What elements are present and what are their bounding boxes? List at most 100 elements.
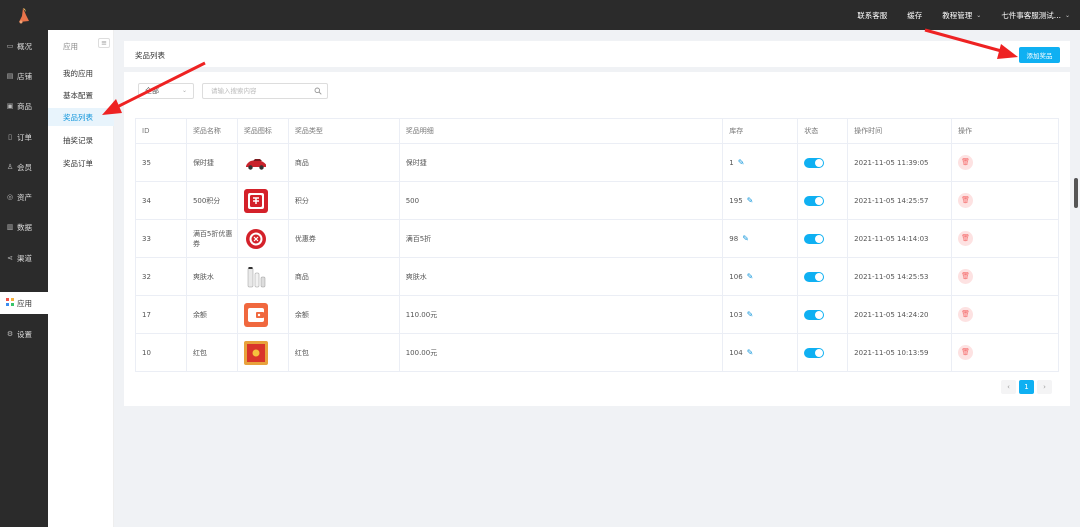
cell-icon bbox=[236, 181, 289, 220]
scrollbar-thumb[interactable] bbox=[1074, 178, 1078, 208]
add-prize-button[interactable]: 添加奖品 bbox=[1019, 47, 1060, 63]
table-row: 34 500积分 积分 500 195 ✎ 2021-11-05 14:25:57… bbox=[135, 181, 1059, 220]
column-header-type[interactable]: 奖品类型 bbox=[287, 118, 400, 144]
cell-stock: 103 ✎ bbox=[722, 295, 799, 334]
type-filter-value: 全部 bbox=[145, 87, 159, 95]
wallet-balance-icon bbox=[243, 302, 268, 327]
sidebar-item-settings[interactable]: ⚙ 设置 bbox=[0, 323, 48, 345]
prev-page-button[interactable]: ‹ bbox=[1001, 380, 1016, 394]
column-header-status[interactable]: 状态 bbox=[797, 118, 849, 144]
cell-time: 2021-11-05 14:25:57 bbox=[847, 181, 953, 220]
sidebar-item-assets[interactable]: ◎ 资产 bbox=[0, 186, 48, 208]
cell-time: 2021-11-05 11:39:05 bbox=[847, 143, 953, 182]
cell-stock: 195 ✎ bbox=[722, 181, 799, 220]
sidebar-item-store[interactable]: ▤ 店铺 bbox=[0, 65, 48, 87]
column-header-detail[interactable]: 奖品明细 bbox=[398, 118, 724, 144]
sidebar-item-channels[interactable]: ⋖ 渠道 bbox=[0, 247, 48, 269]
cell-name: 500积分 bbox=[185, 181, 238, 220]
cell-stock: 1 ✎ bbox=[722, 143, 799, 182]
cell-time: 2021-11-05 14:14:03 bbox=[847, 219, 953, 258]
table-row: 35 保时捷 商品 保时捷 1 ✎ 2021-11-05 11:39:05 🗑 bbox=[135, 143, 1059, 182]
cell-time: 2021-11-05 14:24:20 bbox=[847, 295, 953, 334]
trash-icon[interactable]: 🗑 bbox=[958, 307, 974, 322]
tutorial-menu[interactable]: 教程管理 ⌄ bbox=[942, 10, 981, 21]
channel-icon: ⋖ bbox=[7, 254, 13, 262]
cell-icon bbox=[236, 219, 289, 258]
sidebar-item-data[interactable]: ▥ 数据 bbox=[0, 216, 48, 238]
cell-type: 余额 bbox=[287, 295, 400, 334]
sidebar-item-orders[interactable]: ▯ 订单 bbox=[0, 126, 48, 148]
column-header-time[interactable]: 操作时间 bbox=[847, 118, 953, 144]
cell-id: 34 bbox=[135, 181, 187, 220]
page-number-current[interactable]: 1 bbox=[1019, 380, 1034, 394]
chevron-down-icon: ⌄ bbox=[181, 87, 187, 94]
sub-item-basic-config[interactable]: 基本配置 bbox=[48, 86, 114, 104]
cell-actions: 🗑 bbox=[951, 143, 1059, 182]
table-row: 17 余额 余额 110.00元 103 ✎ 2021-11-05 14:24:2… bbox=[135, 295, 1059, 334]
cell-type: 红包 bbox=[287, 333, 400, 372]
status-toggle[interactable] bbox=[804, 347, 825, 358]
account-menu[interactable]: 七件事客服测试... ⌄ bbox=[1001, 10, 1070, 21]
type-filter-select[interactable]: 全部 ⌄ bbox=[138, 83, 194, 99]
cell-detail: 110.00元 bbox=[398, 295, 724, 334]
sidebar-item-goods[interactable]: ▣ 商品 bbox=[0, 95, 48, 117]
edit-pencil-icon[interactable]: ✎ bbox=[742, 234, 749, 243]
cell-id: 17 bbox=[135, 295, 187, 334]
status-toggle[interactable] bbox=[804, 271, 825, 282]
cell-icon bbox=[236, 295, 289, 334]
cell-status bbox=[797, 257, 849, 296]
cell-status bbox=[797, 181, 849, 220]
main-sidebar: ▭ 概况 ▤ 店铺 ▣ 商品 ▯ 订单 ♙ 会员 ◎ 资产 ▥ 数据 ⋖ 渠道 应用 ⚙ 设置 bbox=[0, 30, 48, 527]
sub-sidebar: 应用 ≡ 我的应用 基本配置 奖品列表 抽奖记录 奖品订单 bbox=[48, 30, 114, 527]
sidebar-item-members[interactable]: ♙ 会员 bbox=[0, 156, 48, 178]
cell-icon bbox=[236, 333, 289, 372]
prize-list-card: 全部 ⌄ 请输入搜索内容 ID 奖品名称 奖品图标 奖品类型 奖品明细 库存 状… bbox=[124, 72, 1070, 406]
status-toggle[interactable] bbox=[804, 233, 825, 244]
status-toggle[interactable] bbox=[804, 309, 825, 320]
trash-icon[interactable]: 🗑 bbox=[958, 193, 974, 208]
settings-icon: ⚙ bbox=[6, 330, 14, 338]
search-input[interactable]: 请输入搜索内容 bbox=[202, 83, 328, 99]
edit-pencil-icon[interactable]: ✎ bbox=[747, 272, 754, 281]
points-icon bbox=[243, 188, 268, 213]
sidebar-item-apps[interactable]: 应用 bbox=[0, 292, 48, 314]
toner-bottle-icon bbox=[243, 264, 268, 289]
cell-detail: 满百5折 bbox=[398, 219, 724, 258]
contact-support-link[interactable]: 联系客服 bbox=[857, 10, 887, 21]
sub-item-prize-orders[interactable]: 奖品订单 bbox=[48, 154, 114, 172]
column-header-stock[interactable]: 库存 bbox=[722, 118, 799, 144]
cell-name: 红包 bbox=[185, 333, 238, 372]
edit-pencil-icon[interactable]: ✎ bbox=[747, 196, 754, 205]
edit-pencil-icon[interactable]: ✎ bbox=[738, 158, 745, 167]
stock-value: 104 bbox=[729, 349, 743, 357]
sub-item-my-apps[interactable]: 我的应用 bbox=[48, 64, 114, 82]
trash-icon[interactable]: 🗑 bbox=[958, 231, 974, 246]
cell-name: 满百5折优惠券 bbox=[185, 219, 238, 258]
cache-link[interactable]: 缓存 bbox=[907, 10, 922, 21]
status-toggle[interactable] bbox=[804, 195, 825, 206]
search-icon[interactable] bbox=[314, 87, 322, 95]
collapse-menu-icon[interactable]: ≡ bbox=[98, 38, 110, 48]
column-header-id[interactable]: ID bbox=[135, 118, 187, 144]
app-logo-icon[interactable] bbox=[14, 6, 34, 24]
next-page-button[interactable]: › bbox=[1037, 380, 1052, 394]
status-toggle[interactable] bbox=[804, 157, 825, 168]
column-header-actions[interactable]: 操作 bbox=[951, 118, 1059, 144]
cell-type: 商品 bbox=[287, 143, 400, 182]
sub-item-draw-records[interactable]: 抽奖记录 bbox=[48, 131, 114, 149]
column-header-name[interactable]: 奖品名称 bbox=[185, 118, 238, 144]
cell-detail: 保时捷 bbox=[398, 143, 724, 182]
column-header-icon[interactable]: 奖品图标 bbox=[236, 118, 289, 144]
trash-icon[interactable]: 🗑 bbox=[958, 269, 974, 284]
edit-pencil-icon[interactable]: ✎ bbox=[747, 310, 754, 319]
sidebar-item-overview[interactable]: ▭ 概况 bbox=[0, 35, 48, 57]
cell-stock: 106 ✎ bbox=[722, 257, 799, 296]
store-icon: ▤ bbox=[6, 72, 14, 80]
trash-icon[interactable]: 🗑 bbox=[958, 155, 974, 170]
cell-actions: 🗑 bbox=[951, 333, 1059, 372]
cell-actions: 🗑 bbox=[951, 219, 1059, 258]
cell-time: 2021-11-05 14:25:53 bbox=[847, 257, 953, 296]
edit-pencil-icon[interactable]: ✎ bbox=[747, 348, 754, 357]
trash-icon[interactable]: 🗑 bbox=[958, 345, 974, 360]
sub-item-prize-list[interactable]: 奖品列表 bbox=[48, 108, 114, 126]
